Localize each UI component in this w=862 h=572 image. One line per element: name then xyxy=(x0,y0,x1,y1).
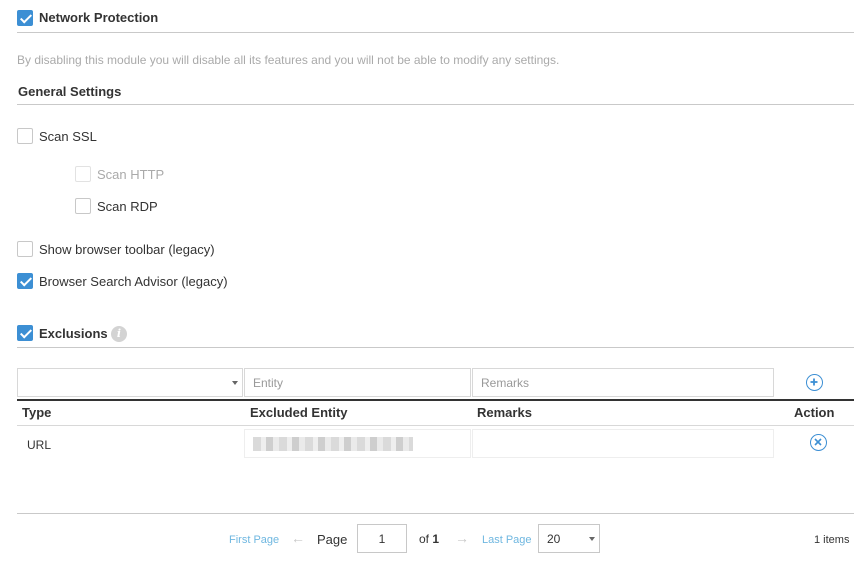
network-protection-label: Network Protection xyxy=(39,10,159,25)
arrow-left-icon[interactable]: ← xyxy=(291,530,305,546)
scan-rdp-checkbox[interactable] xyxy=(75,198,91,214)
table-header-border xyxy=(17,399,854,401)
exclusions-label: Exclusions xyxy=(39,326,108,341)
info-icon[interactable]: i xyxy=(111,326,127,342)
entity-input[interactable]: Entity xyxy=(244,368,471,397)
row-remarks-cell[interactable] xyxy=(472,429,774,458)
general-settings-title: General Settings xyxy=(18,84,122,99)
network-protection-checkbox[interactable] xyxy=(17,10,33,26)
entity-placeholder: Entity xyxy=(253,376,284,390)
column-excluded-entity-header: Excluded Entity xyxy=(250,405,348,420)
last-page-link[interactable]: Last Page xyxy=(482,534,532,546)
column-action-header: Action xyxy=(794,405,835,420)
page-number-input[interactable]: 1 xyxy=(357,524,407,553)
divider xyxy=(17,32,854,33)
page-label: Page xyxy=(317,532,348,547)
scan-ssl-label: Scan SSL xyxy=(39,129,97,144)
show-browser-toolbar-label: Show browser toolbar (legacy) xyxy=(39,242,215,257)
of-label: of 1 xyxy=(419,532,440,546)
scan-http-label: Scan HTTP xyxy=(97,167,165,182)
first-page-link[interactable]: First Page xyxy=(229,534,279,546)
page-number-value: 1 xyxy=(378,532,386,546)
exclusion-type-select[interactable] xyxy=(17,368,243,397)
show-browser-toolbar-checkbox[interactable] xyxy=(17,241,33,257)
remove-exclusion-button[interactable] xyxy=(810,434,827,451)
column-type-header: Type xyxy=(22,405,52,420)
module-disable-note: By disabling this module you will disabl… xyxy=(17,53,560,67)
remove-circle-icon xyxy=(814,438,822,446)
redacted-entity-blur xyxy=(253,437,413,451)
divider xyxy=(17,347,854,348)
items-count: 1 items xyxy=(814,534,850,546)
row-type-cell: URL xyxy=(27,438,52,452)
column-remarks-header: Remarks xyxy=(477,405,532,420)
chevron-down-icon xyxy=(589,537,595,541)
table-row: URL xyxy=(17,426,854,460)
page-size-value: 20 xyxy=(547,532,561,546)
chevron-down-icon xyxy=(232,381,238,385)
scan-http-checkbox[interactable] xyxy=(75,166,91,182)
arrow-right-icon[interactable]: → xyxy=(455,530,469,546)
add-exclusion-button[interactable] xyxy=(806,374,823,391)
exclusions-checkbox[interactable] xyxy=(17,325,33,341)
row-entity-cell[interactable] xyxy=(244,429,471,458)
scan-rdp-label: Scan RDP xyxy=(97,199,158,214)
remarks-input[interactable]: Remarks xyxy=(472,368,774,397)
remarks-placeholder: Remarks xyxy=(481,376,530,390)
browser-search-advisor-checkbox[interactable] xyxy=(17,273,33,289)
plus-circle-icon xyxy=(810,378,818,386)
page-size-select[interactable]: 20 xyxy=(538,524,600,553)
divider xyxy=(17,104,854,105)
divider xyxy=(17,513,854,514)
scan-ssl-checkbox[interactable] xyxy=(17,128,33,144)
browser-search-advisor-label: Browser Search Advisor (legacy) xyxy=(39,274,228,289)
total-pages: 1 xyxy=(432,532,440,546)
